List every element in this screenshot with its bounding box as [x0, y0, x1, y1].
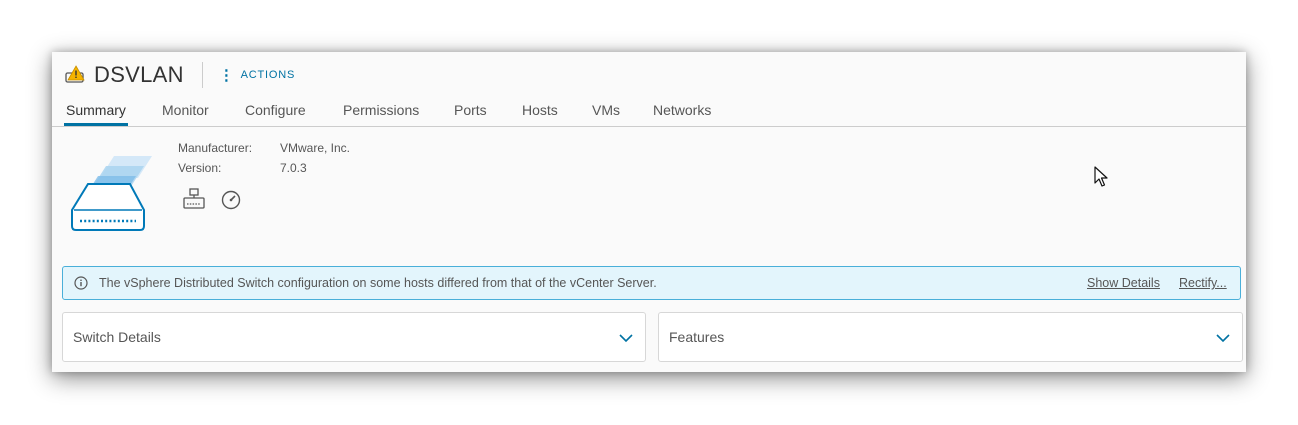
manufacturer-row: Manufacturer: VMware, Inc.	[178, 138, 350, 158]
config-warning-banner: The vSphere Distributed Switch configura…	[62, 266, 1241, 300]
tab-monitor[interactable]: Monitor	[160, 94, 211, 125]
header-divider	[201, 62, 203, 88]
tab-permissions[interactable]: Permissions	[341, 94, 421, 125]
tab-networks[interactable]: Networks	[651, 94, 713, 125]
distributed-switch-icon	[70, 152, 152, 241]
features-card[interactable]: Features	[658, 312, 1243, 362]
version-row: Version: 7.0.3	[178, 158, 350, 178]
chevron-down-icon[interactable]	[619, 330, 633, 348]
performance-gauge-icon[interactable]	[220, 188, 242, 215]
warning-switch-icon	[64, 64, 86, 86]
chevron-down-icon[interactable]	[1216, 330, 1230, 348]
dvs-summary-window: DSVLAN ⋮ ACTIONS Summary Monitor Configu…	[52, 52, 1246, 372]
actions-menu-button[interactable]: ⋮ ACTIONS	[218, 66, 296, 84]
switch-status-icons	[182, 188, 242, 215]
tab-bar: Summary Monitor Configure Permissions Po…	[52, 94, 1246, 127]
mouse-pointer-icon	[1094, 166, 1108, 193]
tab-configure[interactable]: Configure	[243, 94, 308, 125]
rectify-link[interactable]: Rectify...	[1179, 267, 1227, 299]
object-header: DSVLAN ⋮ ACTIONS	[64, 60, 295, 90]
banner-message: The vSphere Distributed Switch configura…	[99, 276, 657, 290]
version-label: Version:	[178, 161, 222, 175]
actions-label: ACTIONS	[240, 69, 296, 81]
info-icon	[74, 276, 88, 295]
network-switch-icon[interactable]	[182, 188, 206, 215]
version-value: 7.0.3	[280, 161, 307, 175]
manufacturer-value: VMware, Inc.	[280, 141, 351, 155]
tab-summary[interactable]: Summary	[64, 94, 128, 126]
tab-ports[interactable]: Ports	[452, 94, 489, 125]
tab-vms[interactable]: VMs	[590, 94, 622, 125]
switch-properties: Manufacturer: VMware, Inc. Version: 7.0.…	[178, 138, 350, 178]
tab-hosts[interactable]: Hosts	[520, 94, 560, 125]
vertical-ellipsis-icon: ⋮	[218, 66, 235, 84]
manufacturer-label: Manufacturer:	[178, 141, 253, 155]
show-details-link[interactable]: Show Details	[1087, 267, 1160, 299]
features-title: Features	[669, 329, 725, 345]
switch-details-card[interactable]: Switch Details	[62, 312, 646, 362]
page-title: DSVLAN	[94, 62, 184, 87]
switch-details-title: Switch Details	[73, 329, 161, 345]
